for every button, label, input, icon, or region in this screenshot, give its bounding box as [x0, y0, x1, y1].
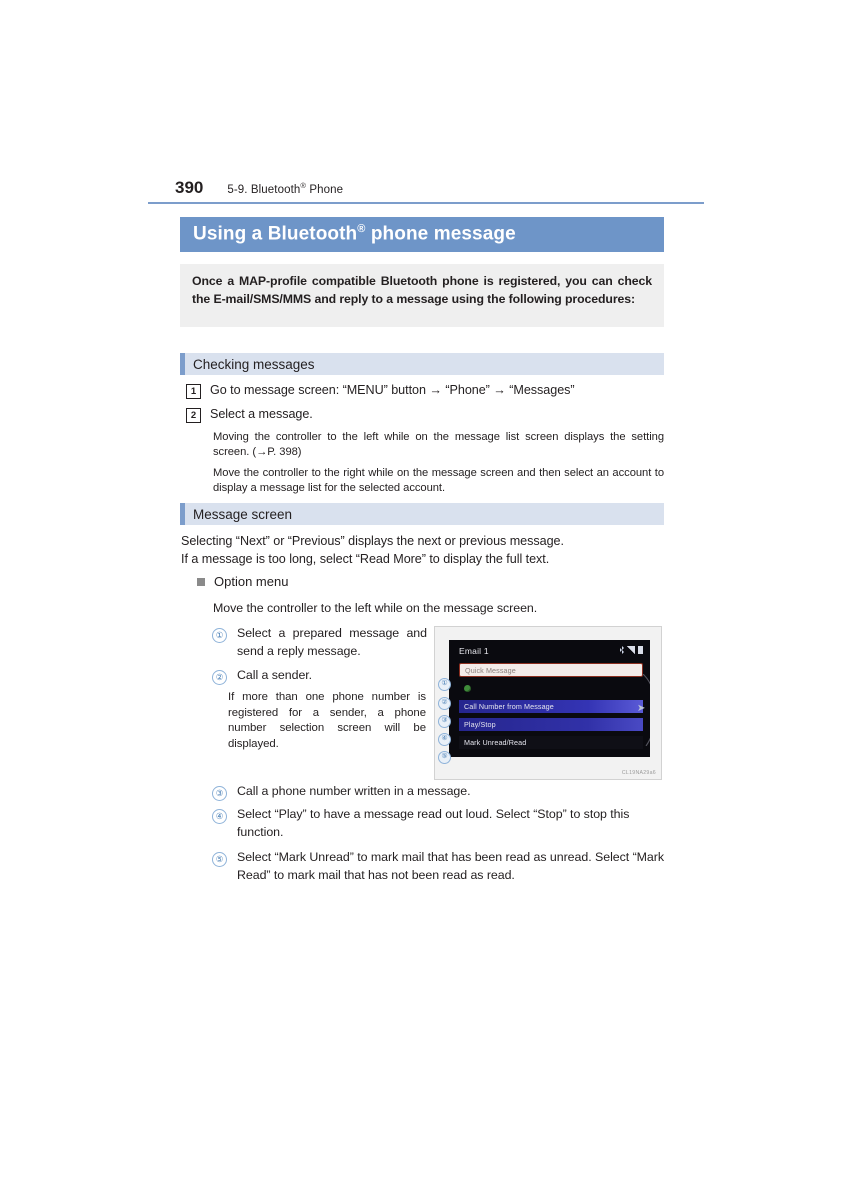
callout-item: ③ Call a phone number written in a messa…	[212, 783, 662, 801]
body-paragraph: If a message is too long, select “Read M…	[181, 552, 550, 566]
callout-text: Call a phone number written in a message…	[237, 784, 471, 798]
square-bullet-icon	[197, 577, 205, 586]
chapter-banner-title: Using a Bluetooth® phone message	[180, 223, 516, 245]
nav-screen: Email 1 Quick Message Call Number from M…	[449, 640, 650, 757]
chapter-banner: Using a Bluetooth® phone message	[180, 217, 664, 252]
callout-item: ④ Select “Play” to have a message read o…	[212, 806, 662, 841]
manual-page: 390 5-9. Bluetooth® Phone Using a Blueto…	[0, 0, 848, 1200]
callout-number-3: ③	[212, 786, 227, 801]
header-rule	[148, 202, 704, 204]
nav-menu-label: Play/Stop	[464, 720, 496, 729]
figure-marker-5: ⑤	[438, 751, 451, 764]
figure-code-label: CL19NA29a6	[621, 770, 656, 776]
figure-marker-1: ①	[438, 678, 451, 691]
running-section-title-main: 5-9. Bluetooth	[227, 184, 301, 196]
page-number: 390	[175, 178, 204, 197]
section-title: Checking messages	[193, 356, 315, 372]
subsection-note: Move the controller to the left while on…	[213, 601, 538, 615]
note-paragraph: Moving the controller to the left while …	[213, 431, 664, 458]
signal-icon	[627, 646, 635, 654]
bluetooth-icon	[620, 646, 624, 654]
figure-option-menu-screen: Email 1 Quick Message Call Number from M…	[434, 626, 662, 780]
callout-subtext: If more than one phone number is registe…	[228, 691, 426, 750]
nav-menu-item-quick-message[interactable]: Quick Message	[459, 663, 643, 677]
step-text: Select a message.	[210, 407, 313, 421]
numbered-step: 2 Select a message.	[186, 406, 666, 423]
nav-status-bar	[620, 646, 643, 654]
step-text: Go to message screen: “MENU” button → “P…	[210, 383, 575, 397]
callout-text: Select “Mark Unread” to mark mail that h…	[237, 850, 664, 882]
nav-screen-title: Email 1	[459, 646, 489, 656]
callout-number-5: ⑤	[212, 852, 227, 867]
subsection-heading-label: Option menu	[214, 574, 289, 589]
figure-marker-2: ②	[438, 697, 451, 710]
nav-menu-item-play-stop[interactable]: Play/Stop	[459, 718, 643, 731]
figure-marker-4: ④	[438, 733, 451, 746]
figure-marker-3: ③	[438, 715, 451, 728]
intro-box: Once a MAP-profile compatible Bluetooth …	[180, 264, 664, 327]
callout-text: Call a sender.	[237, 668, 313, 682]
intro-text: Once a MAP-profile compatible Bluetooth …	[192, 274, 652, 306]
running-section-title: 5-9. Bluetooth® Phone	[227, 181, 343, 196]
section-header-checking-messages: Checking messages	[180, 353, 664, 375]
callout-number-4: ④	[212, 809, 227, 824]
callout-number-2: ②	[212, 670, 227, 685]
nav-menu-item-mark-unread-read[interactable]: Mark Unread/Read	[459, 736, 643, 749]
chapter-banner-title-tail: phone message	[365, 223, 516, 245]
callout-number-1: ①	[212, 628, 227, 643]
running-head: 390 5-9. Bluetooth® Phone	[175, 178, 705, 198]
callout-text: Select “Play” to have a message read out…	[237, 807, 630, 839]
nav-menu-label: Call Number from Message	[464, 702, 554, 711]
callout-item: ⑤ Select “Mark Unread” to mark mail that…	[212, 849, 664, 884]
callout-text: Select a prepared message and send a rep…	[237, 626, 427, 658]
nav-menu-label: Mark Unread/Read	[464, 738, 527, 747]
nav-menu-item-call-number-from-message[interactable]: Call Number from Message	[459, 700, 643, 713]
section-header-message-screen: Message screen	[180, 503, 664, 525]
section-title: Message screen	[193, 506, 293, 522]
green-phone-icon	[464, 685, 471, 692]
battery-icon	[638, 646, 643, 654]
step-number-badge: 2	[186, 408, 201, 423]
running-section-title-tail: Phone	[306, 184, 344, 196]
cursor-pointer-icon: ➤	[637, 703, 646, 714]
nav-menu-label: Quick Message	[465, 665, 516, 675]
body-paragraph: Selecting “Next” or “Previous” displays …	[181, 534, 564, 548]
nav-menu-item-call-sender[interactable]	[459, 682, 643, 695]
step-number-badge: 1	[186, 384, 201, 399]
chapter-banner-title-main: Using a Bluetooth	[193, 223, 358, 245]
callout-item: ① Select a prepared message and send a r…	[212, 625, 427, 660]
note-paragraph: Move the controller to the right while o…	[213, 467, 664, 494]
numbered-step: 1 Go to message screen: “MENU” button → …	[186, 382, 666, 399]
subsection-heading: Option menu	[197, 574, 288, 589]
callout-item: ② Call a sender.	[212, 667, 427, 685]
